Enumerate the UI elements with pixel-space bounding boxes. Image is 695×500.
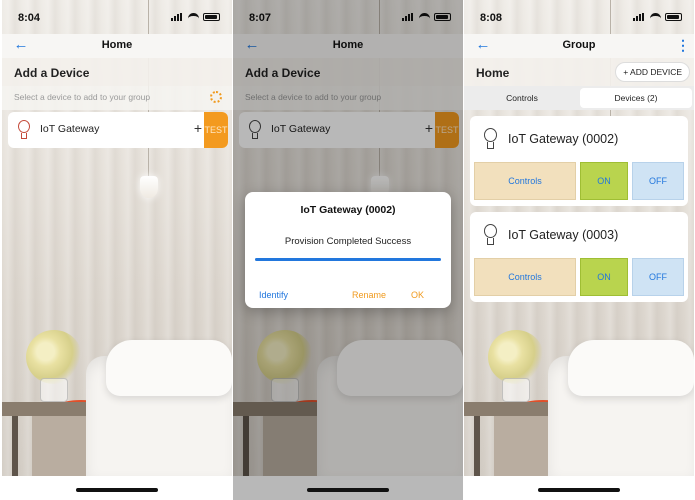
home-indicator[interactable] <box>76 488 158 492</box>
status-bar: 8:04 <box>2 0 232 34</box>
nav-bar: ← Home <box>2 34 232 58</box>
device-card: IoT Gateway (0002) Controls ON OFF <box>470 116 688 206</box>
pendant-lamp <box>140 176 158 198</box>
tab-controls[interactable]: Controls <box>466 88 578 108</box>
home-indicator[interactable] <box>307 488 389 492</box>
progress-bar <box>255 258 441 261</box>
off-button[interactable]: OFF <box>632 258 684 296</box>
device-list-item[interactable]: IoT Gateway + TEST <box>8 112 228 148</box>
phone-screen-group: 8:08 ← Group ⋮ Home + ADD DEVICE Control… <box>464 0 694 500</box>
signal-icon <box>633 13 646 21</box>
controls-button[interactable]: Controls <box>474 162 576 200</box>
section-title: Add a Device <box>14 66 90 80</box>
section-title: Home <box>476 66 510 80</box>
pillow <box>106 340 232 396</box>
wifi-icon <box>650 13 661 21</box>
battery-icon <box>665 13 682 21</box>
side-cabinet <box>494 416 552 476</box>
off-button[interactable]: OFF <box>632 162 684 200</box>
test-button[interactable]: TEST <box>204 112 228 148</box>
kebab-menu-icon[interactable]: ⋮ <box>676 37 690 54</box>
segmented-tabs: Controls Devices (2) <box>464 86 694 110</box>
status-icons <box>171 13 220 21</box>
side-cabinet <box>32 416 90 476</box>
home-indicator[interactable] <box>538 488 620 492</box>
vase <box>502 378 530 402</box>
phone-screen-add-device: 8:04 ← Home Add a Device Select a device… <box>2 0 232 500</box>
loading-spinner-icon <box>210 91 222 103</box>
pillow <box>568 340 694 396</box>
lightbulb-icon <box>18 120 30 140</box>
add-device-button[interactable]: + ADD DEVICE <box>615 62 690 82</box>
ok-button[interactable]: OK <box>411 290 424 300</box>
wifi-icon <box>188 13 199 21</box>
signal-icon <box>171 13 184 21</box>
dialog-title: IoT Gateway (0002) <box>300 204 396 216</box>
flower-bouquet <box>26 330 82 384</box>
progress-bar-fill <box>255 258 441 261</box>
three-phone-screens: 8:04 ← Home Add a Device Select a device… <box>0 0 695 500</box>
provision-dialog: IoT Gateway (0002) Provision Completed S… <box>245 192 451 308</box>
on-button[interactable]: ON <box>580 162 628 200</box>
device-card-name: IoT Gateway (0003) <box>508 228 619 242</box>
status-bar: 8:08 <box>464 0 694 34</box>
section-header: Add a Device <box>2 58 232 86</box>
on-button[interactable]: ON <box>580 258 628 296</box>
device-card-name: IoT Gateway (0002) <box>508 132 619 146</box>
status-time: 8:08 <box>480 12 503 24</box>
rename-button[interactable]: Rename <box>352 290 386 300</box>
controls-button[interactable]: Controls <box>474 258 576 296</box>
identify-button[interactable]: Identify <box>259 290 288 300</box>
status-icons <box>633 13 682 21</box>
lightbulb-icon <box>484 224 497 246</box>
section-header: Home + ADD DEVICE <box>464 58 694 86</box>
side-table <box>464 402 556 416</box>
status-time: 8:04 <box>18 12 41 24</box>
dialog-message: Provision Completed Success <box>284 236 412 247</box>
device-name: IoT Gateway <box>40 123 100 135</box>
flower-bouquet <box>488 330 544 384</box>
vase <box>40 378 68 402</box>
tab-devices[interactable]: Devices (2) <box>580 88 692 108</box>
lightbulb-icon <box>484 128 497 150</box>
page-title: Home <box>101 39 133 51</box>
phone-screen-provision-dialog: 8:07 ← Home Add a Device Select a device… <box>233 0 463 500</box>
battery-icon <box>203 13 220 21</box>
page-title: Group <box>562 39 596 51</box>
hint-row: Select a device to add to your group <box>2 86 232 110</box>
side-table <box>2 402 94 416</box>
nav-bar: ← Group ⋮ <box>464 34 694 58</box>
add-device-plus-button[interactable]: + <box>194 120 202 136</box>
side-table-leg <box>12 416 18 476</box>
hint-text: Select a device to add to your group <box>14 92 151 102</box>
device-card: IoT Gateway (0003) Controls ON OFF <box>470 212 688 302</box>
side-table-leg <box>474 416 480 476</box>
